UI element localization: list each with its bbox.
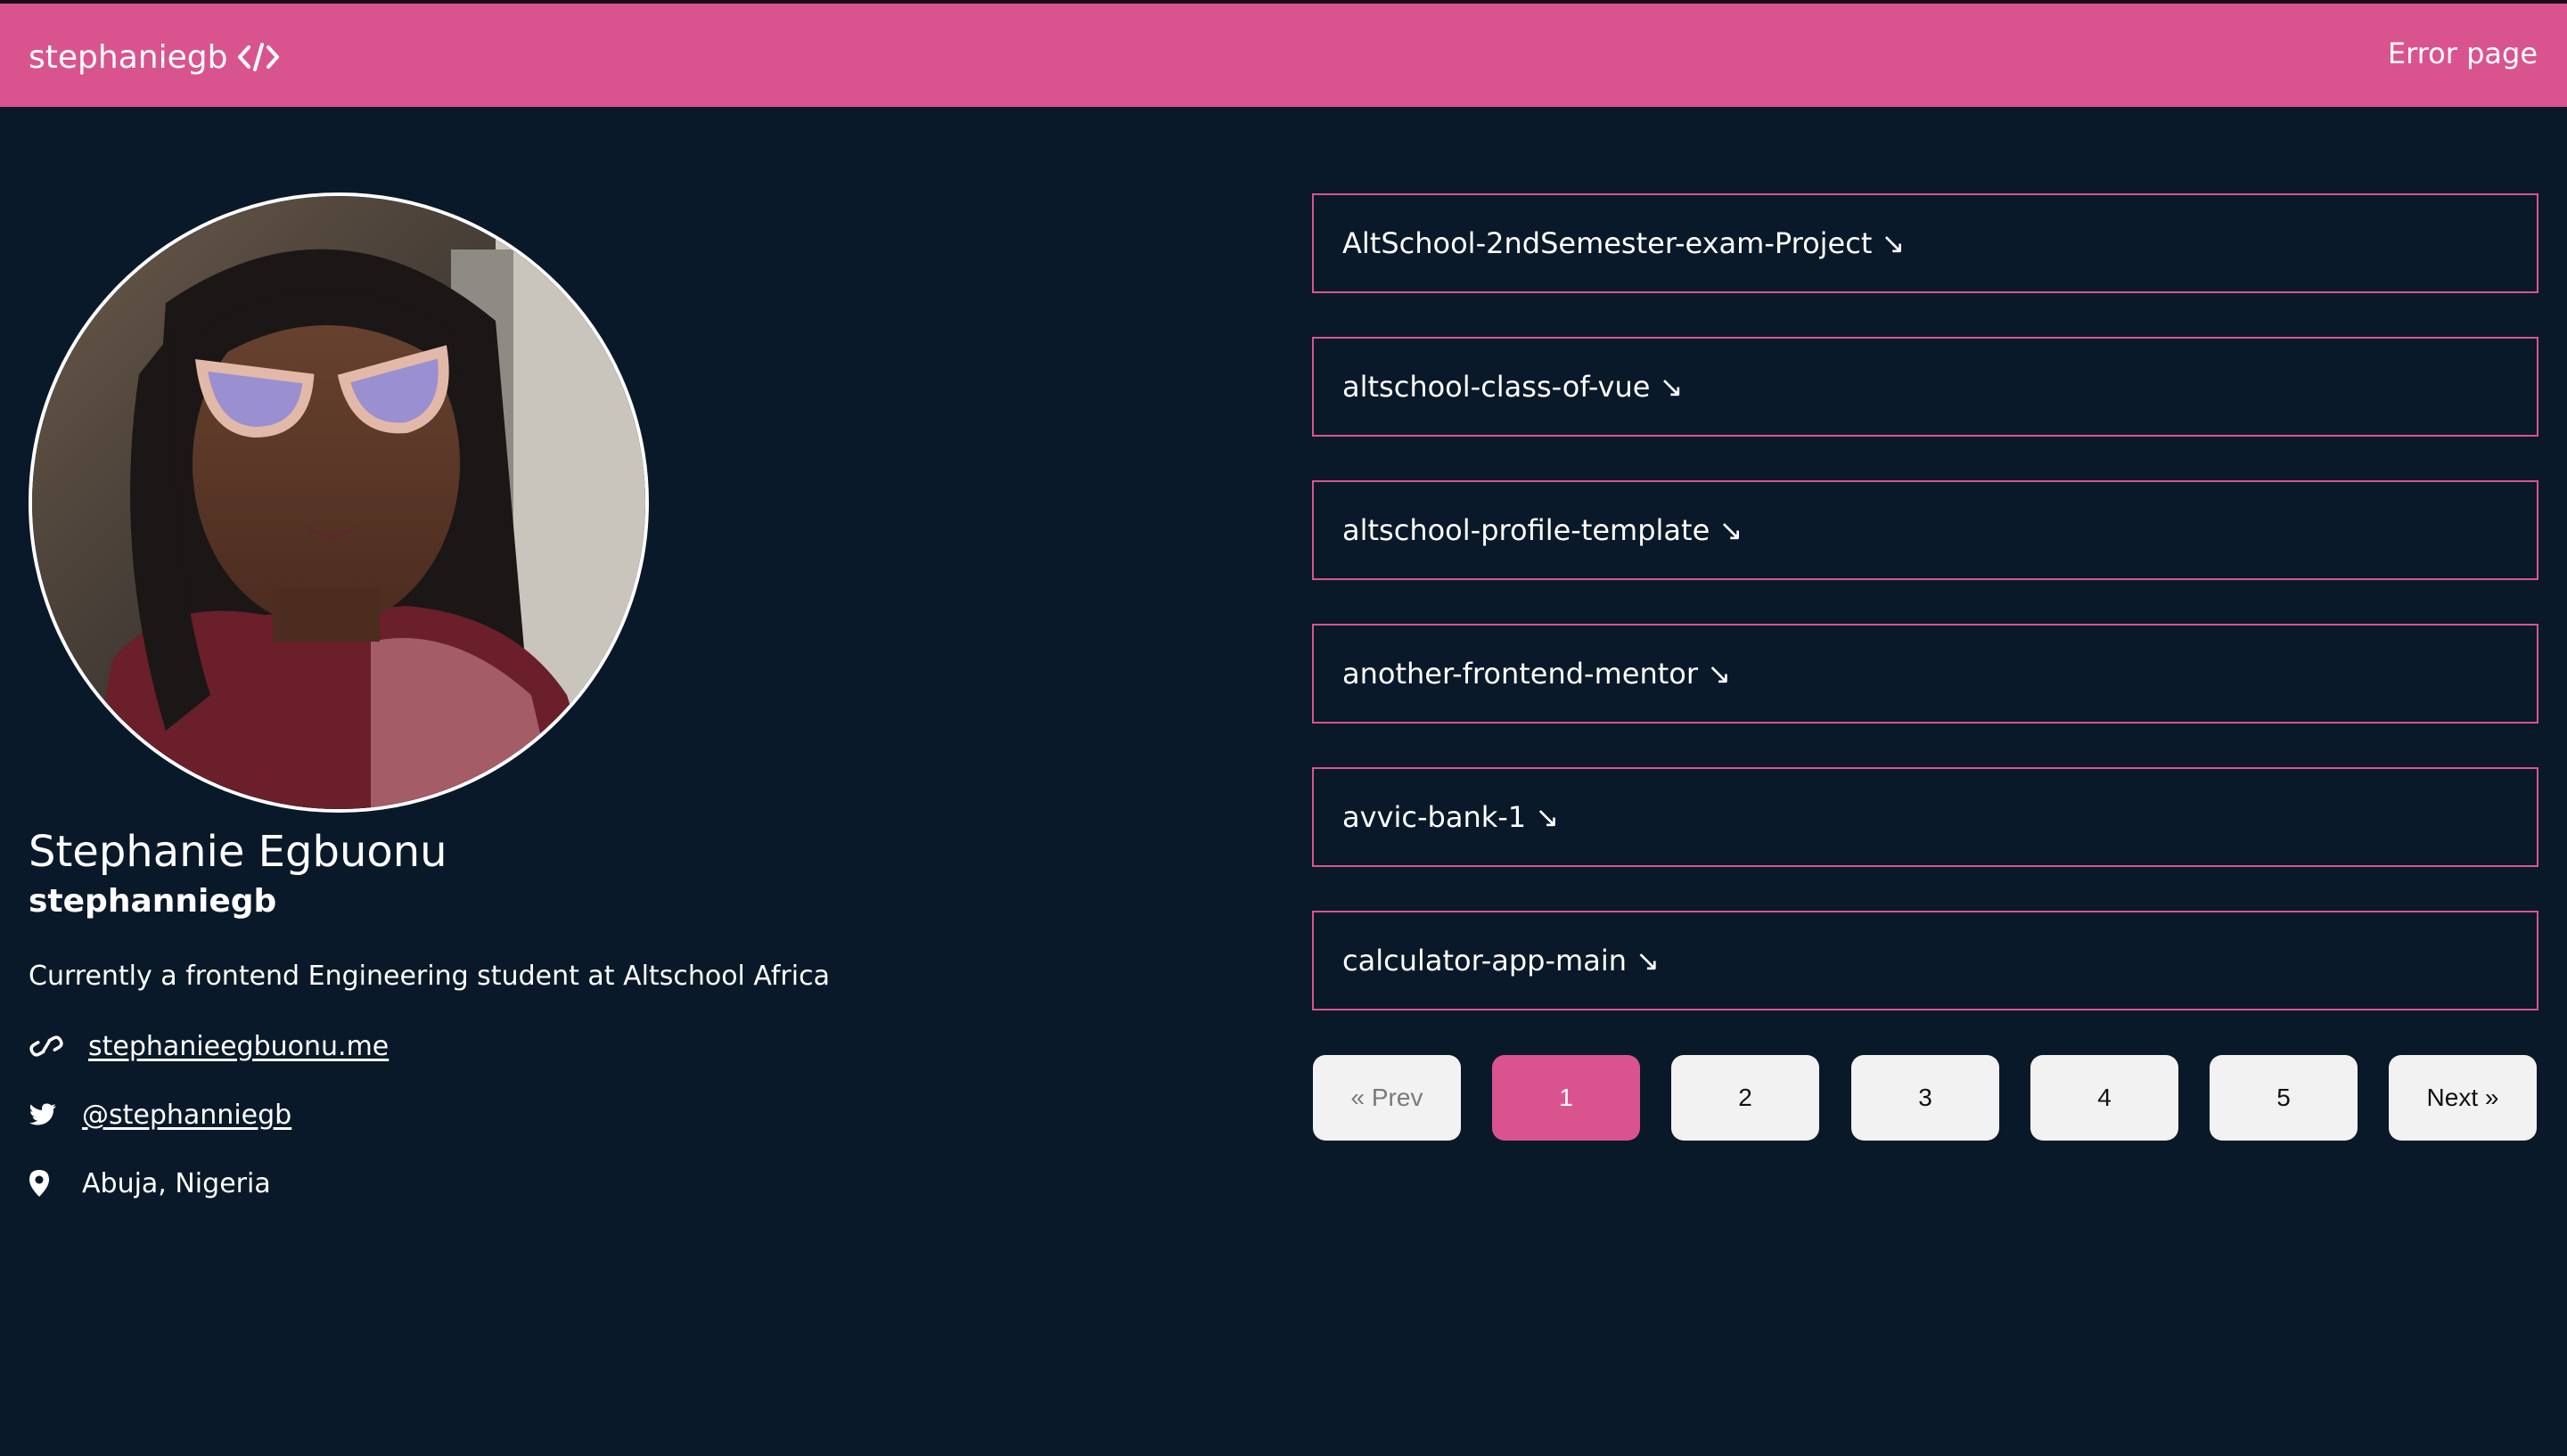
location-text: Abuja, Nigeria — [82, 1167, 271, 1199]
profile-name: Stephanie Egbuonu — [29, 827, 447, 877]
repo-link[interactable]: another-frontend-mentor ↘ — [1312, 624, 2538, 724]
website-row: stephanieegbuonu.me — [29, 1027, 389, 1066]
page-button-5[interactable]: 5 — [2210, 1055, 2358, 1141]
profile-bio: Currently a frontend Engineering student… — [29, 961, 830, 992]
repo-link[interactable]: AltSchool-2ndSemester-exam-Project ↘ — [1312, 193, 2538, 293]
top-navbar: stephaniegb Error page — [0, 4, 2567, 107]
page-button-4[interactable]: 4 — [2030, 1055, 2178, 1141]
repo-link[interactable]: calculator-app-main ↘ — [1312, 911, 2538, 1010]
code-icon — [236, 41, 281, 73]
prev-page-button[interactable]: « Prev — [1313, 1055, 1461, 1141]
brand-logo[interactable]: stephaniegb — [29, 36, 281, 78]
repo-link[interactable]: avvic-bank-1 ↘ — [1312, 767, 2538, 867]
page-button-3[interactable]: 3 — [1851, 1055, 1999, 1141]
location-pin-icon — [29, 1166, 64, 1201]
twitter-icon — [29, 1097, 64, 1133]
brand-name: stephaniegb — [29, 38, 228, 76]
page-button-1[interactable]: 1 — [1492, 1055, 1640, 1141]
repo-link[interactable]: altschool-profile-template ↘ — [1312, 480, 2538, 580]
location-row: Abuja, Nigeria — [29, 1164, 271, 1203]
website-link[interactable]: stephanieegbuonu.me — [88, 1031, 389, 1062]
profile-username: stephanniegb — [29, 883, 277, 920]
page-button-2[interactable]: 2 — [1671, 1055, 1819, 1141]
error-page-link[interactable]: Error page — [2388, 37, 2538, 70]
profile-avatar — [29, 192, 649, 813]
twitter-row: @stephanniegb — [29, 1095, 291, 1134]
next-page-button[interactable]: Next » — [2389, 1055, 2537, 1141]
link-icon — [29, 1028, 64, 1064]
repo-link[interactable]: altschool-class-of-vue ↘ — [1312, 337, 2538, 437]
twitter-link[interactable]: @stephanniegb — [82, 1100, 291, 1131]
